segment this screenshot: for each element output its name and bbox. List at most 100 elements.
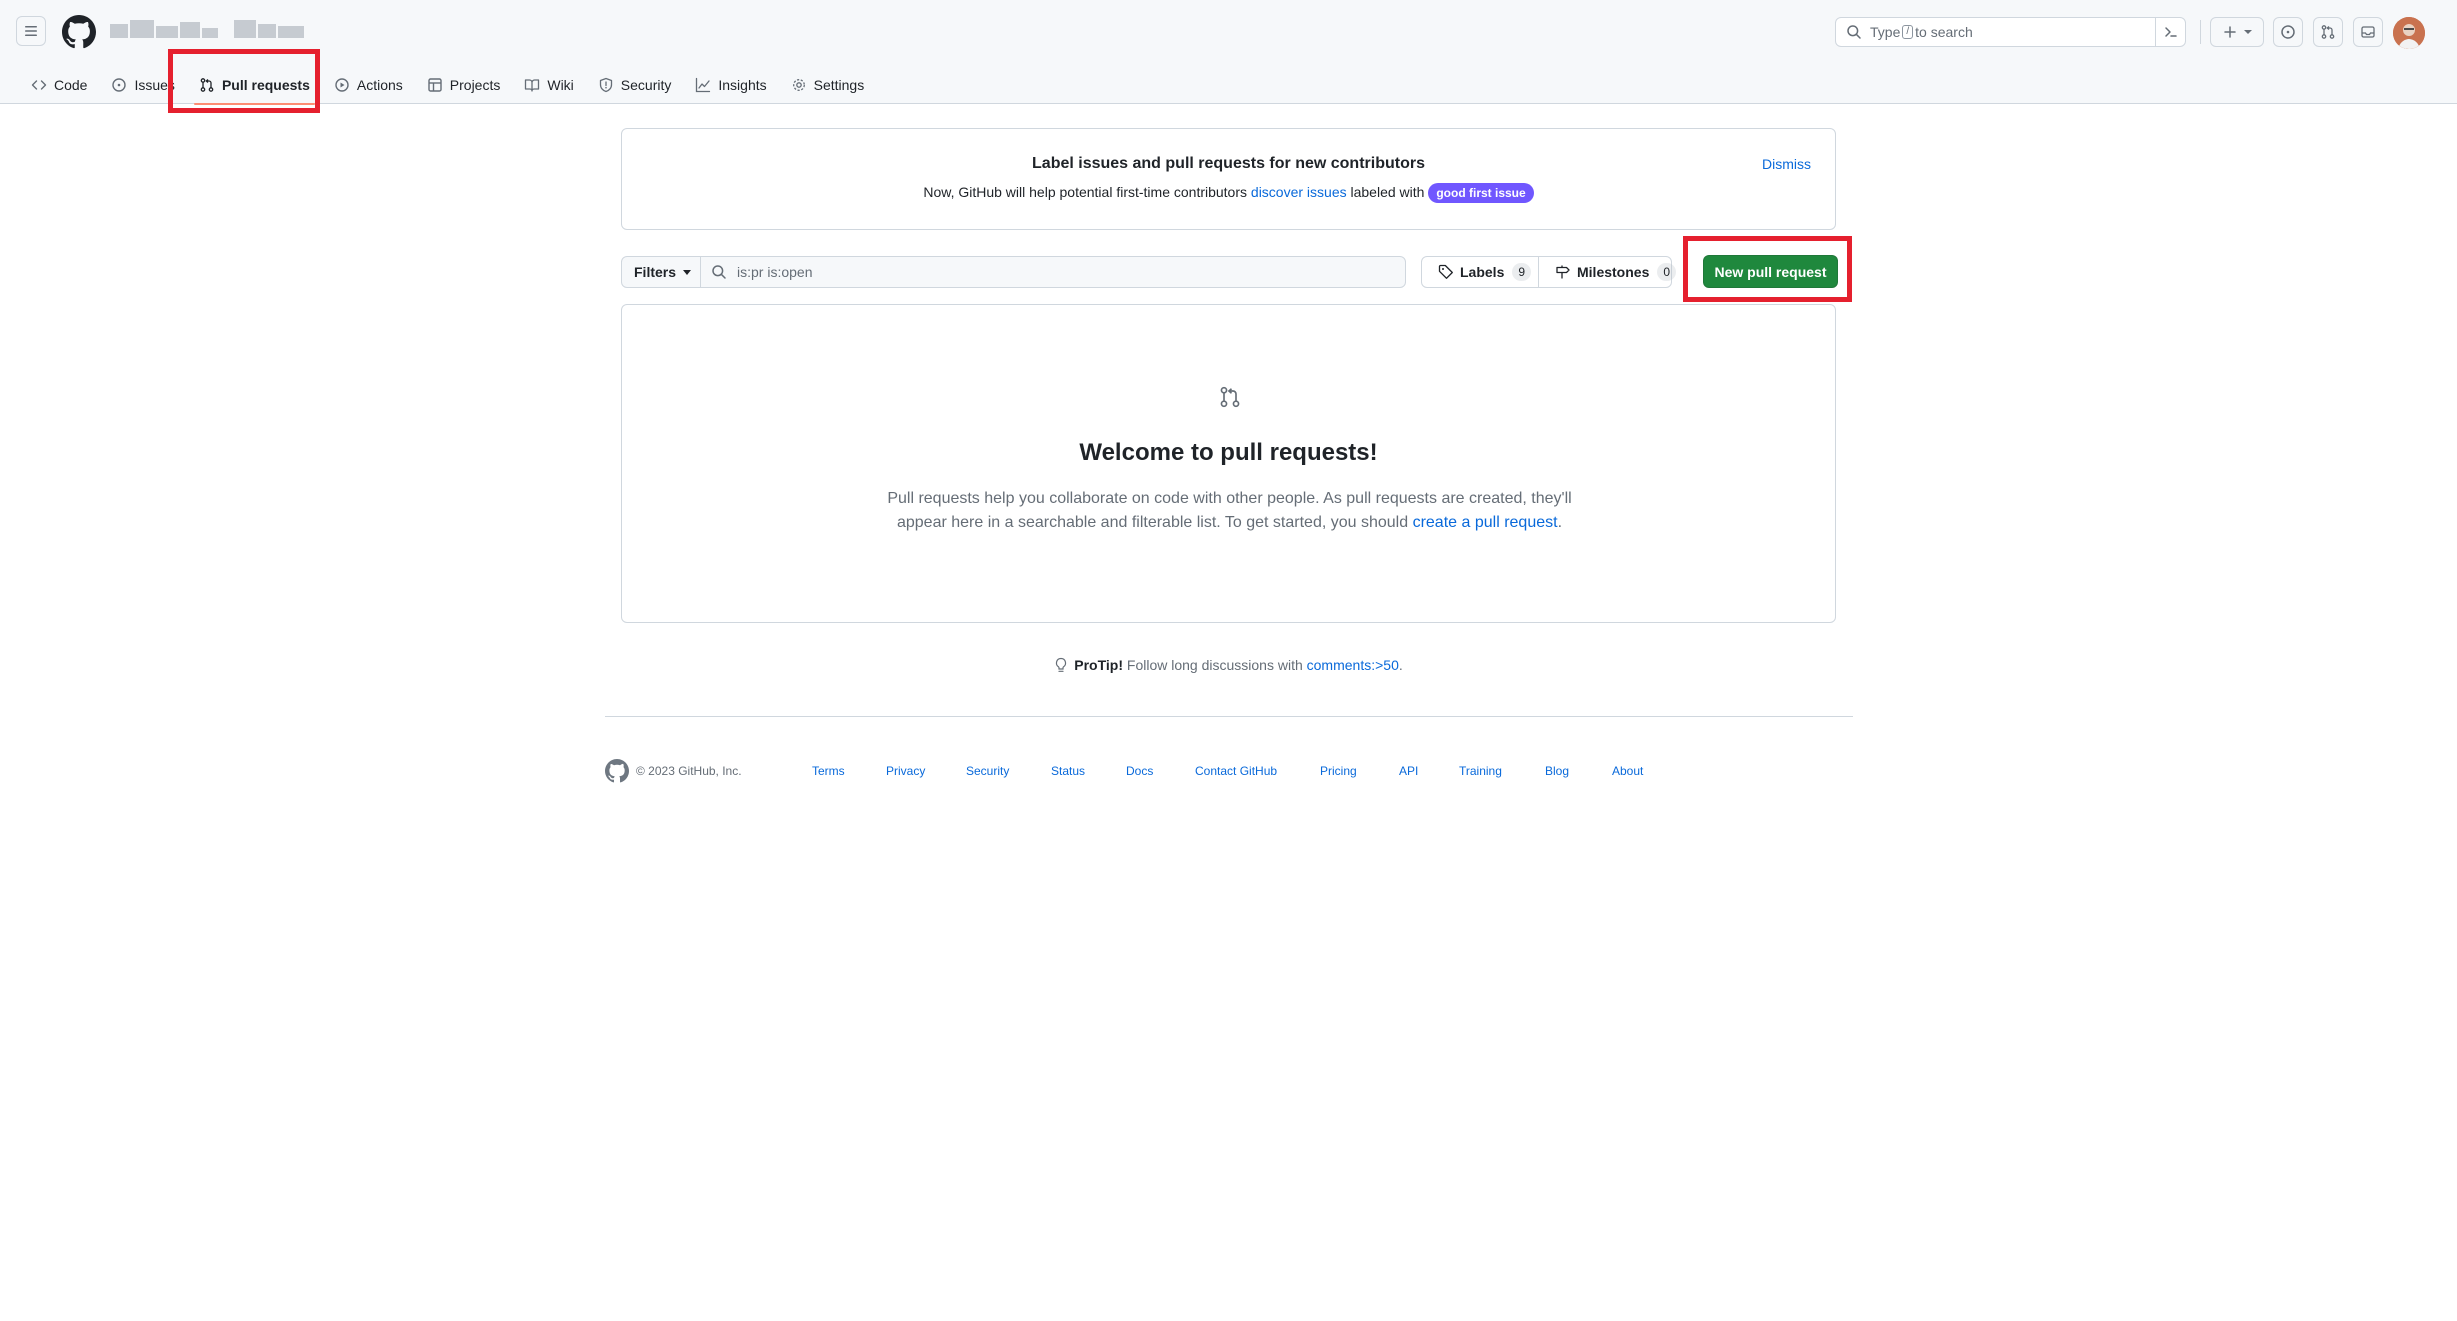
empty-state-title: Welcome to pull requests! [1079,439,1378,466]
protip-text: Follow long discussions with [1123,657,1307,673]
labels-label: Labels [1460,264,1505,280]
global-search-input[interactable]: Type / to search [1835,17,2186,47]
search-icon [711,264,727,280]
footer-copyright: © 2023 GitHub, Inc. [636,764,742,778]
footer-link-about[interactable]: About [1612,764,1643,778]
user-avatar[interactable] [2393,17,2425,49]
banner-text-before: Now, GitHub will help potential first-ti… [923,184,1251,200]
tab-settings-label: Settings [813,77,865,93]
labels-button[interactable]: Labels 9 [1421,256,1539,288]
empty-state-description-line1: Pull requests help you collaborate on co… [887,490,1572,507]
search-placeholder-prefix: Type [1870,24,1901,40]
highlight-new-pull-request [1683,236,1852,302]
search-placeholder-suffix: to search [1915,24,1973,40]
git-pull-request-icon [1218,385,1242,409]
create-new-button[interactable] [2210,17,2264,47]
milestones-count: 0 [1657,263,1677,281]
issue-opened-icon [2280,24,2296,40]
command-palette-button[interactable] [2155,17,2185,47]
create-pull-request-link[interactable]: create a pull request [1413,514,1558,531]
menu-button[interactable] [16,16,46,46]
pr-search-query: is:pr is:open [737,264,813,280]
footer-link-docs[interactable]: Docs [1126,764,1153,778]
footer-link-blog[interactable]: Blog [1545,764,1569,778]
github-logo-icon[interactable] [605,759,629,783]
tab-actions-label: Actions [356,77,403,93]
tab-code[interactable]: Code [22,70,96,100]
discover-issues-link[interactable]: discover issues [1251,184,1347,200]
repo-nav: Code Issues Pull requests Actions Projec… [22,66,879,105]
play-icon [334,77,357,93]
footer-link-pricing[interactable]: Pricing [1320,764,1357,778]
tab-wiki[interactable]: Wiki [515,70,582,100]
filters-dropdown[interactable]: Filters [621,256,701,288]
tab-projects-label: Projects [449,77,501,93]
app-header: Type / to search Code Issues Pull reques… [0,0,2457,105]
protip-end: . [1398,657,1403,673]
repo-name-redacted[interactable] [110,16,306,44]
footer-link-privacy[interactable]: Privacy [886,764,925,778]
banner-text-after: labeled with [1346,184,1429,200]
tab-projects[interactable]: Projects [418,70,510,100]
caret-down-icon [683,269,692,275]
inbox-button[interactable] [2353,17,2383,47]
shield-icon [598,77,621,93]
protip-link[interactable]: comments:>50 [1307,657,1399,673]
dismiss-button[interactable]: Dismiss [1762,156,1811,172]
light-bulb-icon [1054,657,1068,673]
book-icon [524,77,547,93]
protip-label: ProTip! [1074,657,1123,673]
tag-icon [1438,264,1460,280]
plus-icon [2222,24,2238,40]
footer-link-terms[interactable]: Terms [812,764,845,778]
issue-opened-icon [111,77,134,93]
table-icon [427,77,450,93]
highlight-pull-requests-tab [168,49,320,113]
header-divider [2200,20,2201,44]
caret-down-icon [2244,28,2252,36]
graph-icon [695,77,718,93]
contributor-labels-banner: Label issues and pull requests for new c… [621,128,1836,230]
protip: ProTip! Follow long discussions with com… [0,657,2457,673]
milestones-label: Milestones [1577,264,1650,280]
tab-wiki-label: Wiki [547,77,574,93]
code-icon [31,77,54,93]
gear-icon [791,77,814,93]
tab-security-label: Security [620,77,672,93]
tab-insights[interactable]: Insights [686,70,775,100]
banner-text: Now, GitHub will help potential first-ti… [622,183,1835,203]
pull-requests-button[interactable] [2313,17,2343,47]
git-pull-request-icon [2320,24,2336,40]
footer-divider [605,716,1853,717]
empty-state-description-end: . [1557,514,1563,531]
milestone-icon [1555,264,1577,280]
pr-search-input[interactable]: is:pr is:open [700,256,1406,288]
good-first-issue-label[interactable]: good first issue [1428,183,1534,203]
tab-security[interactable]: Security [589,70,681,100]
issues-button[interactable] [2273,17,2303,47]
labels-count: 9 [1512,263,1532,281]
empty-state-description-text: appear here in a searchable and filterab… [896,514,1413,531]
milestones-button[interactable]: Milestones 0 [1538,256,1677,288]
tab-insights-label: Insights [718,77,767,93]
footer-link-security[interactable]: Security [966,764,1009,778]
footer-link-contact-github[interactable]: Contact GitHub [1195,764,1277,778]
tab-code-label: Code [54,77,88,93]
search-shortcut-key: / [1902,25,1914,39]
footer-link-api[interactable]: API [1399,764,1418,778]
tab-actions[interactable]: Actions [325,70,412,100]
empty-state: Welcome to pull requests! Pull requests … [621,304,1836,623]
hamburger-icon [23,23,39,39]
filters-label: Filters [634,264,677,280]
banner-title: Label issues and pull requests for new c… [1032,155,1425,172]
tab-settings[interactable]: Settings [782,70,874,100]
footer-link-status[interactable]: Status [1051,764,1085,778]
github-logo-icon[interactable] [62,15,96,49]
inbox-icon [2360,24,2376,40]
search-icon [1846,24,1862,40]
empty-state-description: Pull requests help you collaborate on co… [872,487,1587,535]
empty-state-description-line2: appear here in a searchable and filterab… [872,511,1587,535]
terminal-icon [2163,24,2179,40]
footer-link-training[interactable]: Training [1459,764,1502,778]
search-placeholder: Type / to search [1870,24,1973,40]
